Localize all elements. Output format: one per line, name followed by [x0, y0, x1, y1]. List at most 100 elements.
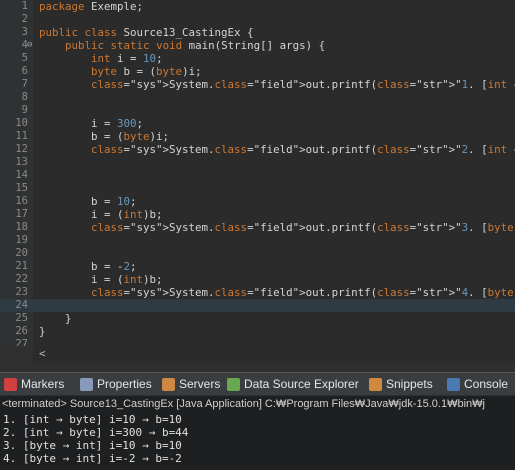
code-line[interactable]: 22 i = (int)b;	[0, 273, 515, 286]
code-editor[interactable]: 1 package Exemple; 2 3 public class Source13…	[0, 0, 515, 346]
code-line[interactable]: 21 b = -2;	[0, 260, 515, 273]
tab-label: Snippets	[386, 377, 433, 391]
properties-icon	[80, 377, 93, 391]
line-number: 12	[15, 143, 28, 155]
line-number: 18	[15, 221, 28, 233]
code-line[interactable]: 16 b = 10;	[0, 195, 515, 208]
line-number: 11	[15, 130, 28, 142]
line-number: 16	[15, 195, 28, 207]
code-text: i = (int)b;	[39, 208, 163, 221]
code-text: i = (int)b;	[39, 273, 163, 286]
tab-servers[interactable]: Servers	[162, 373, 220, 395]
horizontal-scrollbar[interactable]: <	[33, 346, 515, 363]
tab-label: Properties	[97, 377, 152, 391]
line-number: 23	[15, 286, 28, 298]
console-output-line: 4. [byte → int] i=-2 → b=-2	[3, 452, 182, 465]
line-number: 27	[15, 338, 28, 346]
code-text: public static void main(String[] args) {	[65, 39, 326, 52]
line-number: 5	[21, 52, 28, 64]
tab-label: Data Source Explorer	[244, 377, 359, 391]
code-line[interactable]: 26}	[0, 325, 515, 338]
code-text: class="sys">System.class="field">out.pri…	[91, 78, 515, 91]
line-number: 20	[15, 247, 28, 259]
code-text: public class Source13_CastingEx {	[39, 26, 254, 39]
code-text: class="sys">System.class="field">out.pri…	[91, 143, 515, 156]
line-number: 17	[15, 208, 28, 220]
fold-toggle-icon[interactable]: ⊖	[27, 39, 32, 52]
code-line[interactable]: 24	[0, 299, 515, 312]
code-line[interactable]: 8	[0, 91, 515, 104]
code-text: class="sys">System.class="field">out.pri…	[91, 286, 514, 299]
code-text: class="sys">System.class="field">out.pri…	[91, 221, 514, 234]
code-text: }	[39, 312, 72, 325]
code-text: }	[39, 325, 46, 338]
line-number: 24	[15, 299, 28, 311]
line-number: 22	[15, 273, 28, 285]
servers-icon	[162, 377, 175, 391]
code-line[interactable]: 17 i = (int)b;	[0, 208, 515, 221]
line-number: 3	[21, 26, 28, 38]
code-line[interactable]: 1 package Exemple;	[0, 0, 515, 13]
code-line[interactable]: 15	[0, 182, 515, 195]
code-line[interactable]: 23 class="sys">System.class="field">out.…	[0, 286, 515, 299]
line-number: 4	[21, 39, 28, 51]
code-line[interactable]: 2	[0, 13, 515, 26]
console-view[interactable]: <terminated> Source13_CastingEx [Java Ap…	[0, 396, 515, 470]
line-number: 10	[15, 117, 28, 129]
line-number: 2	[21, 13, 28, 25]
code-text: b = 10;	[39, 195, 137, 208]
code-text: int i = 10;	[91, 52, 163, 65]
line-number: 6	[21, 65, 28, 77]
tab-label: Servers	[179, 377, 221, 391]
code-line[interactable]: 10 i = 300;	[0, 117, 515, 130]
code-line[interactable]: 27	[0, 338, 515, 346]
line-number: 7	[21, 78, 28, 90]
code-line[interactable]: 13	[0, 156, 515, 169]
line-number: 1	[21, 0, 28, 12]
line-number: 15	[15, 182, 28, 194]
console-output-line: 1. [int → byte] i=10 → b=10	[3, 413, 182, 426]
data-source-icon	[227, 377, 240, 391]
tab-properties[interactable]: Properties	[80, 373, 152, 395]
line-number: 26	[15, 325, 28, 337]
scroll-left-icon[interactable]: <	[39, 347, 46, 360]
code-text: package Exemple;	[39, 0, 144, 13]
line-number: 19	[15, 234, 28, 246]
line-number: 8	[21, 91, 28, 103]
code-line[interactable]: 5 int i = 10;	[0, 52, 515, 65]
tab-label: Markers	[21, 377, 65, 391]
line-number: 14	[15, 169, 28, 181]
code-line[interactable]: 3 public class Source13_CastingEx {	[0, 26, 515, 39]
console-icon	[447, 377, 460, 391]
code-line[interactable]: 14	[0, 169, 515, 182]
code-line[interactable]: 19	[0, 234, 515, 247]
view-tab-bar: Markers Properties Servers Data Source Expl…	[0, 372, 515, 395]
code-text: b = -2;	[39, 260, 137, 273]
code-text: b = (byte)i;	[39, 130, 170, 143]
code-line[interactable]: 7 class="sys">System.class="field">out.p…	[0, 78, 515, 91]
code-line[interactable]: 25 }	[0, 312, 515, 325]
line-number: 9	[21, 104, 28, 116]
code-line[interactable]: 6 byte b = (byte)i;	[0, 65, 515, 78]
line-number: 21	[15, 260, 28, 272]
code-line[interactable]: 11 b = (byte)i;	[0, 130, 515, 143]
code-line[interactable]: 20	[0, 247, 515, 260]
snippets-icon	[369, 377, 382, 391]
line-number: 13	[15, 156, 28, 168]
tab-snippets[interactable]: Snippets	[369, 373, 433, 395]
console-output-line: 3. [byte → int] i=10 → b=10	[3, 439, 182, 452]
code-line[interactable]: 18 class="sys">System.class="field">out.…	[0, 221, 515, 234]
line-number: 25	[15, 312, 28, 324]
tab-data-source-explorer[interactable]: Data Source Explorer	[227, 373, 359, 395]
code-line[interactable]: 9	[0, 104, 515, 117]
console-status: <terminated> Source13_CastingEx [Java Ap…	[2, 398, 485, 410]
code-text: i = 300;	[39, 117, 144, 130]
markers-icon	[4, 377, 17, 391]
code-line[interactable]: 12 class="sys">System.class="field">out.…	[0, 143, 515, 156]
tab-label: Console	[464, 377, 509, 391]
code-text: byte b = (byte)i;	[91, 65, 202, 78]
tab-markers[interactable]: Markers	[4, 373, 64, 395]
console-output-line: 2. [int → byte] i=300 → b=44	[3, 426, 189, 439]
code-line[interactable]: 4 ⊖ public static void main(String[] args…	[0, 39, 515, 52]
tab-console[interactable]: Console	[447, 373, 508, 395]
